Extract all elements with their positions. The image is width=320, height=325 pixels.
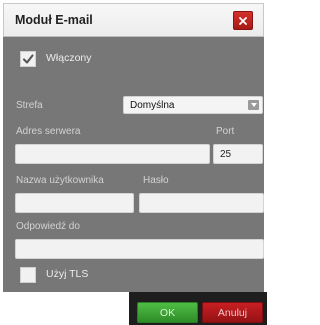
- enabled-label: Włączony: [46, 52, 92, 64]
- close-icon: [239, 16, 247, 25]
- zone-label: Strefa: [16, 100, 43, 111]
- dialog-title: Moduł E-mail: [15, 13, 93, 27]
- reply-to-label: Odpowiedź do: [16, 221, 80, 232]
- zone-select[interactable]: Domyślna: [123, 96, 263, 114]
- port-label: Port: [216, 126, 235, 137]
- enabled-checkbox[interactable]: [20, 51, 36, 67]
- ok-button[interactable]: OK: [137, 302, 198, 323]
- tls-label: Użyj TLS: [46, 268, 89, 280]
- password-input[interactable]: [139, 193, 264, 213]
- server-address-label: Adres serwera: [16, 126, 81, 137]
- chevron-down-icon: [248, 100, 259, 110]
- dialog-content: Włączony Strefa Domyślna Adres serwera P…: [3, 37, 264, 292]
- email-module-dialog: Moduł E-mail Włączony Strefa Domyślna Ad…: [0, 0, 267, 325]
- username-input[interactable]: [15, 193, 134, 213]
- checkmark-icon: [22, 54, 34, 64]
- zone-select-value: Domyślna: [130, 100, 175, 111]
- close-button[interactable]: [233, 11, 253, 30]
- dialog-titlebar: Moduł E-mail: [3, 3, 264, 37]
- port-input[interactable]: 25: [213, 144, 263, 164]
- cancel-button[interactable]: Anuluj: [202, 302, 263, 323]
- server-address-input[interactable]: [15, 144, 210, 164]
- password-label: Hasło: [143, 175, 169, 186]
- username-label: Nazwa użytkownika: [16, 175, 104, 186]
- tls-checkbox[interactable]: [20, 267, 36, 283]
- reply-to-input[interactable]: [15, 239, 264, 259]
